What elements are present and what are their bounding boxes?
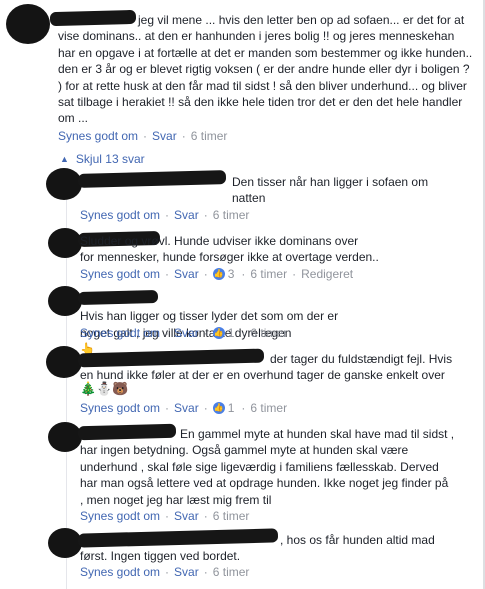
redacted-avatar <box>46 346 82 378</box>
timestamp[interactable]: 6 timer <box>250 267 287 281</box>
like-link[interactable]: Synes godt om <box>80 509 160 523</box>
timestamp[interactable]: 6 timer <box>213 208 250 222</box>
separator-dot: · <box>165 267 170 281</box>
like-count[interactable]: 1 <box>228 326 235 340</box>
reply-text: En gammel myte at hunden skal have mad t… <box>80 427 455 507</box>
separator-dot: · <box>165 208 170 222</box>
reply-text: Hvis han ligger og tisser lyder det som … <box>80 292 480 358</box>
edited-label[interactable]: Redigeret <box>301 267 353 281</box>
separator-dot: · <box>165 401 170 415</box>
like-icon[interactable]: 👍 <box>212 327 225 339</box>
reply-link[interactable]: Svar <box>174 267 199 281</box>
reply-link[interactable]: Svar <box>174 208 199 222</box>
reply-actions: Synes godt om · Svar · 👍 3 · 6 timer · R… <box>80 267 353 281</box>
separator-dot: · <box>203 401 208 415</box>
reply-text: der tager du fuldstændigt fejl. Hvis en … <box>80 352 453 383</box>
like-icon[interactable]: 👍 <box>212 268 225 280</box>
reply-emojis: 🎄⛄🐻 <box>80 381 129 396</box>
reply-link[interactable]: Svar <box>174 401 199 415</box>
like-link[interactable]: Synes godt om <box>58 129 138 143</box>
chevron-up-icon: ▲ <box>60 154 69 164</box>
separator-dot: · <box>143 129 148 143</box>
separator-dot: · <box>165 509 170 523</box>
redacted-avatar <box>48 422 82 452</box>
reply-link[interactable]: Svar <box>174 326 199 340</box>
redacted-avatar <box>46 168 82 200</box>
separator-dot: · <box>241 267 246 281</box>
separator-dot: · <box>203 565 208 579</box>
timestamp[interactable]: 6 timer <box>191 129 228 143</box>
separator-dot: · <box>241 326 246 340</box>
like-icon[interactable]: 👍 <box>212 402 225 414</box>
hide-replies-toggle[interactable]: ▲ Skjul 13 svar <box>60 152 145 166</box>
redacted-avatar <box>48 228 82 258</box>
reply-actions: Synes godt om · Svar · 6 timer <box>80 208 249 222</box>
separator-dot: · <box>203 326 208 340</box>
separator-dot: · <box>241 401 246 415</box>
comment-text: jeg vil mene ... hvis den letter ben op … <box>138 13 465 27</box>
reply-text: Sludder og vrøvl. Hunde udviser ikke dom… <box>80 234 379 265</box>
like-count[interactable]: 1 <box>228 401 235 415</box>
timestamp[interactable]: 6 timer <box>213 509 250 523</box>
separator-dot: · <box>165 326 170 340</box>
timestamp[interactable]: 6 timer <box>250 401 287 415</box>
timestamp[interactable]: 6 timer <box>250 326 287 340</box>
redacted-avatar <box>6 4 50 44</box>
reply-link[interactable]: Svar <box>174 565 199 579</box>
timestamp[interactable]: 6 timer <box>213 565 250 579</box>
reply-actions: Synes godt om · Svar · 👍 1 · 6 timer <box>80 401 287 415</box>
like-link[interactable]: Synes godt om <box>80 208 160 222</box>
reply-link[interactable]: Svar <box>152 129 177 143</box>
like-link[interactable]: Synes godt om <box>80 326 160 340</box>
separator-dot: · <box>203 267 208 281</box>
reply-actions: Synes godt om · Svar · 👍 1 · 6 timer <box>80 326 287 340</box>
separator-dot: · <box>165 565 170 579</box>
comment-text-cont: vise dominans.. at den er hanhunden i je… <box>58 29 473 126</box>
separator-dot: · <box>203 509 208 523</box>
reply-text: , hos os får hunden altid mad først. Ing… <box>80 533 435 564</box>
redacted-author-name <box>77 170 227 188</box>
hide-replies-label: Skjul 13 svar <box>75 152 145 166</box>
redacted-avatar <box>48 286 82 316</box>
like-link[interactable]: Synes godt om <box>80 267 160 281</box>
like-link[interactable]: Synes godt om <box>80 401 160 415</box>
reply-actions: Synes godt om · Svar · 6 timer <box>80 565 249 579</box>
separator-dot: · <box>203 208 208 222</box>
reply-link[interactable]: Svar <box>174 509 199 523</box>
redacted-author-name <box>49 9 137 27</box>
redacted-avatar <box>48 528 82 558</box>
separator-dot: · <box>292 267 297 281</box>
separator-dot: · <box>181 129 186 143</box>
reply-actions: Synes godt om · Svar · 6 timer <box>80 509 249 523</box>
reply-text: Den tisser når han ligger i sofaen om na… <box>232 175 429 206</box>
comment-actions: Synes godt om · Svar · 6 timer <box>58 129 227 143</box>
like-link[interactable]: Synes godt om <box>80 565 160 579</box>
like-count[interactable]: 3 <box>228 267 235 281</box>
